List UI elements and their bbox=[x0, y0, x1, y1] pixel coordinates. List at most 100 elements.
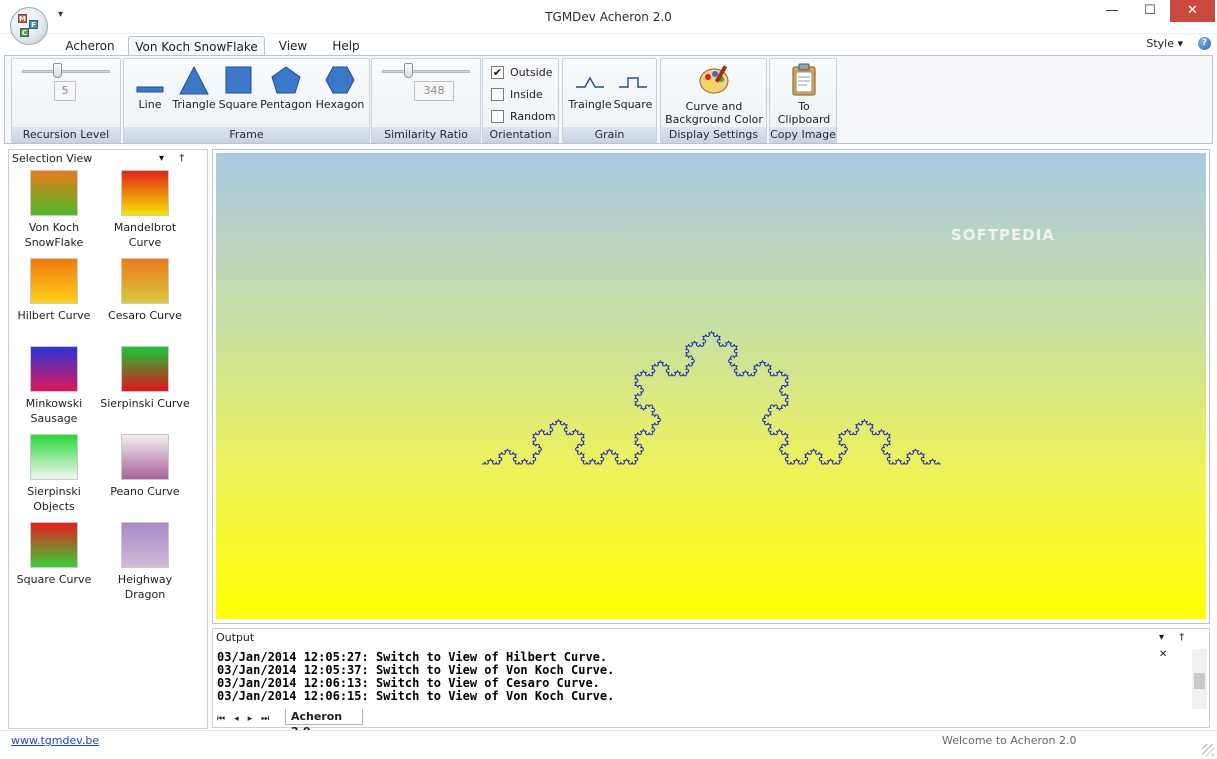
orientation-random-checkbox[interactable]: Random bbox=[491, 110, 556, 126]
drawing-view: SOFTPEDIA bbox=[212, 149, 1210, 624]
button-label: Traingle bbox=[568, 98, 612, 111]
group-grain: Traingle Square Grain bbox=[562, 58, 657, 143]
fractal-caption: Sierpinski Curve bbox=[100, 397, 190, 410]
checkbox-label: Outside bbox=[510, 66, 553, 79]
fractal-thumbnail-icon bbox=[30, 170, 78, 216]
resize-grip-icon[interactable] bbox=[1202, 744, 1214, 756]
fractal-caption: Hilbert Curve bbox=[17, 309, 91, 322]
frame-triangle-button[interactable]: Triangle bbox=[170, 65, 218, 111]
fractal-canvas[interactable]: SOFTPEDIA bbox=[216, 153, 1206, 619]
button-label: Triangle bbox=[172, 98, 216, 111]
button-label: Line bbox=[138, 98, 162, 111]
koch-curve-path bbox=[482, 330, 941, 465]
von-koch-curve bbox=[482, 330, 941, 465]
frame-hexagon-button[interactable]: Hexagon bbox=[314, 65, 366, 111]
group-recursion-level: 5 Recursion Level bbox=[11, 58, 121, 143]
frame-line-button[interactable]: Line bbox=[130, 65, 170, 111]
tab-von-koch-snowflake[interactable]: Von Koch SnowFlake bbox=[128, 36, 265, 57]
tab-view[interactable]: View bbox=[272, 36, 314, 57]
triangle-grain-icon bbox=[576, 76, 604, 88]
fractal-item-6[interactable]: Sierpinski Objects bbox=[9, 434, 99, 514]
ribbon-panel: 5 Recursion Level Line Triangle Square P… bbox=[4, 55, 1213, 144]
button-label: Pentagon bbox=[260, 98, 312, 111]
group-label: Similarity Ratio bbox=[372, 127, 480, 142]
fractal-item-3[interactable]: Cesaro Curve bbox=[100, 258, 190, 323]
fractal-item-4[interactable]: Minkowski Sausage bbox=[9, 346, 99, 426]
grain-square-button[interactable]: Square bbox=[613, 65, 653, 111]
copy-to-clipboard-button[interactable]: To Clipboard bbox=[772, 63, 836, 126]
scrollbar-thumb[interactable] bbox=[1194, 673, 1205, 689]
fractal-item-8[interactable]: Square Curve bbox=[9, 522, 99, 587]
fractal-caption: Dragon bbox=[124, 588, 166, 601]
button-label-line1: To bbox=[798, 100, 810, 113]
help-icon[interactable]: ? bbox=[1198, 37, 1211, 50]
fractal-item-2[interactable]: Hilbert Curve bbox=[9, 258, 99, 323]
frame-pentagon-button[interactable]: Pentagon bbox=[258, 65, 314, 111]
recursion-level-input[interactable]: 5 bbox=[54, 81, 76, 101]
fractal-caption: SnowFlake bbox=[24, 236, 84, 249]
similarity-slider-track[interactable] bbox=[382, 70, 470, 73]
orientation-inside-checkbox[interactable]: Inside bbox=[491, 88, 543, 104]
orientation-outside-checkbox[interactable]: ✔ Outside bbox=[491, 66, 552, 82]
fractal-caption: Cesaro Curve bbox=[108, 309, 182, 322]
curve-background-color-button[interactable]: Curve and Background Color bbox=[663, 63, 765, 126]
button-label-line2: Background Color bbox=[665, 113, 763, 126]
orb-letter-icon: M bbox=[18, 14, 27, 23]
button-label: Square bbox=[218, 98, 258, 111]
square-icon bbox=[225, 66, 252, 94]
style-menu[interactable]: Style ▾ bbox=[1146, 37, 1183, 50]
button-label-line2: Clipboard bbox=[777, 113, 831, 126]
group-display-settings: Curve and Background Color Display Setti… bbox=[660, 58, 767, 143]
checkbox-icon bbox=[491, 88, 504, 101]
fractal-caption: Sierpinski bbox=[27, 485, 81, 498]
fractal-item-5[interactable]: Sierpinski Curve bbox=[100, 346, 190, 411]
recursion-slider-thumb[interactable] bbox=[53, 63, 63, 78]
fractal-caption: Objects bbox=[33, 500, 75, 513]
selection-view-header: Selection View ▾ † ✕ bbox=[9, 150, 207, 181]
document-nav-arrows[interactable]: ⏮◂▸⏭ bbox=[217, 714, 278, 724]
grain-triangle-button[interactable]: Traingle bbox=[567, 65, 613, 111]
output-scrollbar[interactable] bbox=[1192, 649, 1207, 709]
fractal-thumbnail-icon bbox=[30, 522, 78, 568]
document-tab-acheron[interactable]: Acheron 2.0 bbox=[285, 709, 363, 738]
log-line: 03/Jan/2014 12:06:15: Switch to View of … bbox=[217, 689, 615, 703]
fractal-item-0[interactable]: Von Koch SnowFlake bbox=[9, 170, 99, 250]
website-link[interactable]: www.tgmdev.be bbox=[11, 734, 99, 747]
similarity-slider-thumb[interactable] bbox=[404, 63, 414, 78]
group-orientation: ✔ Outside Inside Random Orientation bbox=[482, 58, 559, 143]
output-pane: Output ▾ † ✕ 03/Jan/2014 12:05:27: Switc… bbox=[212, 628, 1210, 738]
checkbox-label: Random bbox=[510, 110, 556, 123]
orb-letter-icon: F bbox=[29, 20, 38, 29]
fractal-caption: Heighway bbox=[117, 573, 173, 586]
fractal-caption: Von Koch bbox=[28, 221, 80, 234]
group-label: Recursion Level bbox=[12, 127, 120, 142]
fractal-caption: Peano Curve bbox=[110, 485, 180, 498]
line-icon bbox=[136, 86, 164, 93]
group-label: Grain bbox=[563, 127, 656, 142]
group-similarity-ratio: 348 Similarity Ratio bbox=[371, 58, 481, 143]
triangle-icon bbox=[179, 65, 209, 95]
recursion-slider-track[interactable] bbox=[22, 70, 110, 73]
fractal-thumbnail-icon bbox=[121, 258, 169, 304]
application-menu-button[interactable]: M F C bbox=[10, 7, 48, 45]
tab-acheron[interactable]: Acheron bbox=[60, 36, 120, 57]
minimize-button[interactable]: — bbox=[1097, 0, 1127, 22]
fractal-item-1[interactable]: Mandelbrot Curve bbox=[100, 170, 190, 250]
fractal-item-7[interactable]: Peano Curve bbox=[100, 434, 190, 499]
pentagon-icon bbox=[271, 66, 301, 94]
fractal-thumbnail-icon bbox=[121, 346, 169, 392]
tab-help[interactable]: Help bbox=[326, 36, 366, 57]
fractal-item-9[interactable]: Heighway Dragon bbox=[100, 522, 190, 602]
output-title: Output bbox=[216, 631, 255, 644]
output-log: 03/Jan/2014 12:05:27: Switch to View of … bbox=[217, 651, 614, 703]
fractal-thumbnail-icon bbox=[30, 434, 78, 480]
maximize-button[interactable]: ☐ bbox=[1135, 0, 1165, 22]
fractal-caption: Minkowski bbox=[25, 397, 83, 410]
similarity-ratio-input[interactable]: 348 bbox=[414, 81, 454, 101]
frame-square-button[interactable]: Square bbox=[218, 65, 258, 111]
close-button[interactable]: ✕ bbox=[1170, 0, 1215, 22]
checkbox-icon: ✔ bbox=[491, 66, 504, 79]
output-header: Output ▾ † ✕ bbox=[213, 629, 1209, 660]
selection-view-title: Selection View bbox=[12, 152, 93, 165]
group-copy-image: To Clipboard Copy Image bbox=[769, 58, 837, 143]
